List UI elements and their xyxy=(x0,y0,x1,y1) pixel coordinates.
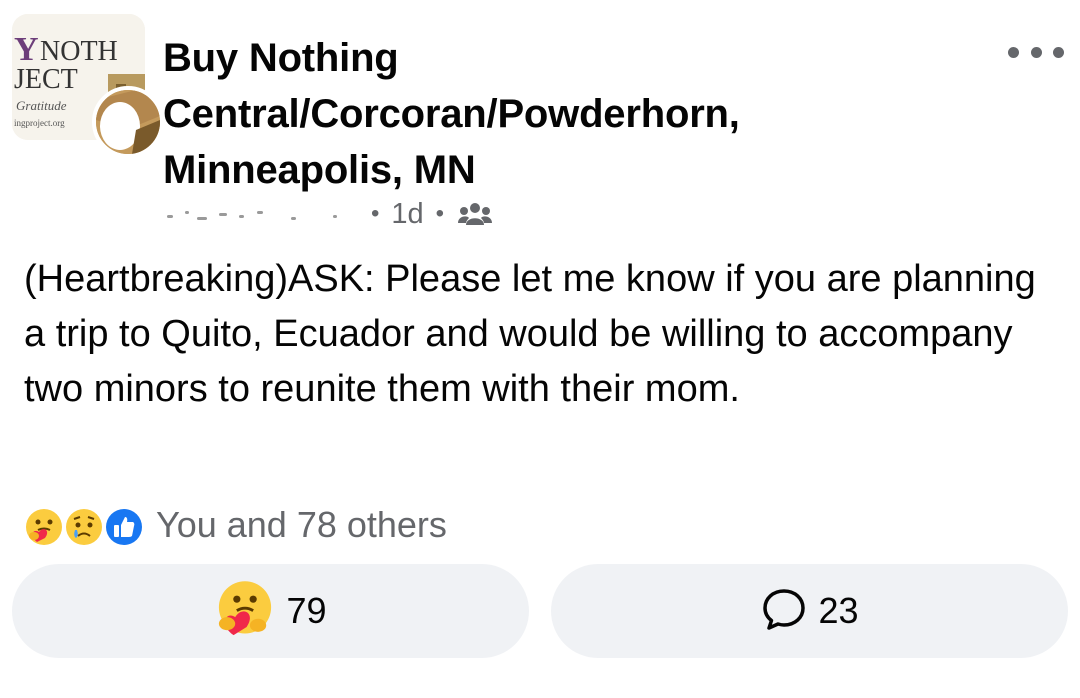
group-avatar-container[interactable]: Y NOTH JECT Gratitude ingproject.org xyxy=(12,14,164,158)
more-dot xyxy=(1030,46,1042,58)
author-name-redacted[interactable] xyxy=(163,201,359,227)
comment-count: 23 xyxy=(818,590,859,631)
post-card: Y NOTH JECT Gratitude ingproject.org Buy… xyxy=(0,0,1080,698)
user-avatar[interactable] xyxy=(92,86,164,158)
post-timestamp[interactable]: 1d xyxy=(391,198,423,231)
more-options-icon[interactable] xyxy=(1008,38,1064,66)
svg-text:ingproject.org: ingproject.org xyxy=(14,118,65,128)
avatar-text-1: NOTH xyxy=(40,36,118,67)
care-reaction-icon xyxy=(22,505,66,549)
avatar-text-3: Gratitude xyxy=(16,98,67,113)
avatar-text-4: ingproject.org xyxy=(14,118,65,128)
reaction-icons xyxy=(22,503,152,549)
meta-separator: • xyxy=(371,200,380,227)
meta-separator: • xyxy=(435,200,445,227)
comment-icon xyxy=(760,585,808,638)
more-dot xyxy=(1008,46,1019,58)
group-name-link[interactable]: Buy Nothing Central/Corcoran/Powderhorn,… xyxy=(163,30,923,198)
care-reaction-icon xyxy=(214,578,276,645)
post-meta: • 1d • xyxy=(163,196,493,232)
svg-text:Gratitude: Gratitude xyxy=(16,98,67,113)
like-reaction-icon xyxy=(102,505,146,549)
reactions-summary-text[interactable]: You and 78 others xyxy=(156,504,447,546)
react-count: 79 xyxy=(286,590,327,631)
sad-reaction-icon xyxy=(62,505,106,549)
svg-text:JECT: JECT xyxy=(14,64,78,95)
members-icon xyxy=(458,201,493,227)
comment-button[interactable]: 23 xyxy=(551,564,1068,658)
post-body-text: (Heartbreaking)ASK: Please let me know i… xyxy=(24,258,1036,410)
react-button[interactable]: 79 xyxy=(12,564,529,658)
avatar-text-2: JECT xyxy=(14,64,78,95)
svg-text:NOTH: NOTH xyxy=(40,36,118,67)
reactions-summary[interactable]: You and 78 others xyxy=(22,500,447,550)
svg-text:Y: Y xyxy=(14,31,39,68)
more-dot xyxy=(1053,46,1064,58)
